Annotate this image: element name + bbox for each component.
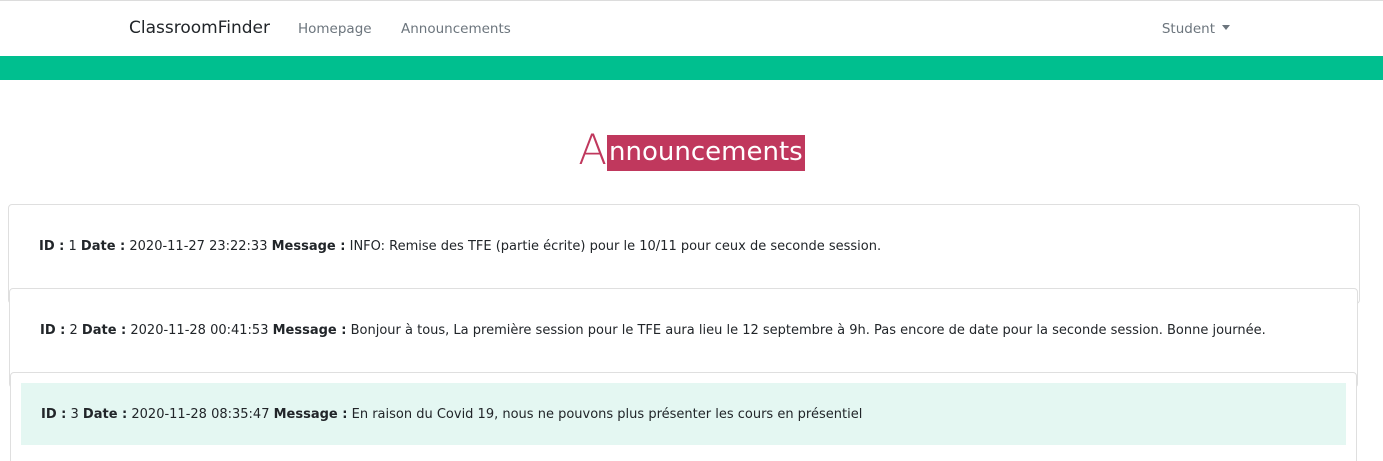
page-title-rest: nnouncements [607, 135, 805, 171]
message-label: Message : [273, 407, 348, 422]
message-label: Message : [272, 323, 347, 338]
announcement-card: ID : 3 Date : 2020-11-28 08:35:47 Messag… [10, 372, 1357, 461]
announcement-id: 3 [70, 407, 79, 422]
nav-link-announcements[interactable]: Announcements [401, 21, 511, 37]
announcement-message: En raison du Covid 19, nous ne pouvons p… [351, 407, 863, 422]
brand-link[interactable]: ClassroomFinder [129, 18, 270, 38]
date-label: Date : [82, 407, 128, 422]
announcement-id: 1 [68, 239, 77, 254]
page-title: Announcements [578, 125, 805, 176]
announcement-message: INFO: Remise des TFE (partie écrite) pou… [349, 239, 882, 254]
user-dropdown[interactable]: Student [1162, 21, 1230, 37]
date-label: Date : [81, 323, 127, 338]
page: ClassroomFinder Homepage Announcements S… [0, 0, 1383, 461]
announcement-id: 2 [69, 323, 78, 338]
announcement-row: ID : 3 Date : 2020-11-28 08:35:47 Messag… [41, 407, 862, 422]
announcement-message: Bonjour à tous, La première session pour… [350, 323, 1266, 338]
caret-down-icon [1222, 25, 1230, 30]
announcement-date: 2020-11-28 08:35:47 [131, 407, 270, 422]
user-dropdown-label: Student [1161, 21, 1215, 37]
nav-link-homepage[interactable]: Homepage [298, 21, 372, 37]
id-label: ID : [41, 407, 67, 422]
announcement-highlight: ID : 3 Date : 2020-11-28 08:35:47 Messag… [21, 383, 1346, 445]
accent-bar [0, 56, 1383, 80]
id-label: ID : [39, 239, 65, 254]
message-label: Message : [271, 239, 346, 254]
navbar: ClassroomFinder Homepage Announcements S… [0, 0, 1383, 56]
announcement-row: ID : 2 Date : 2020-11-28 00:41:53 Messag… [40, 323, 1266, 338]
heading-container: Announcements [0, 126, 1383, 180]
date-label: Date : [80, 239, 126, 254]
page-title-first-letter: A [578, 125, 608, 174]
announcement-row: ID : 1 Date : 2020-11-27 23:22:33 Messag… [39, 239, 881, 254]
announcement-date: 2020-11-28 00:41:53 [130, 323, 269, 338]
id-label: ID : [40, 323, 66, 338]
announcement-date: 2020-11-27 23:22:33 [129, 239, 268, 254]
